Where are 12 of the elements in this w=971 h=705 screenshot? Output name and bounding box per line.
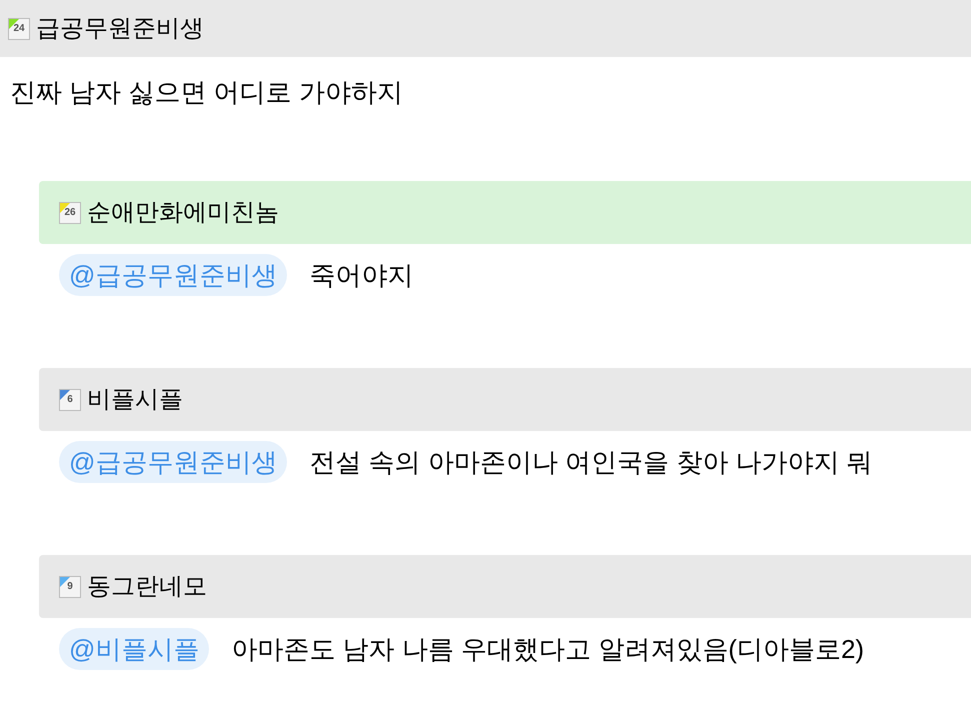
- level-number: 26: [64, 208, 76, 218]
- author-name[interactable]: 급공무원준비생: [36, 10, 204, 46]
- author-name[interactable]: 동그란네모: [87, 568, 207, 604]
- reply-text: 전설 속의 아마존이나 여인국을 찾아 나가야지 뭐: [309, 446, 873, 478]
- level-number: 9: [67, 582, 73, 592]
- author-name[interactable]: 순애만화에미친놈: [87, 194, 279, 230]
- reply-text: 죽어야지: [309, 258, 414, 292]
- post-text: 진짜 남자 싫으면 어디로 가야하지: [9, 76, 404, 109]
- author-name[interactable]: 비플시플: [87, 382, 183, 418]
- reply-text: 아마존도 남자 나름 우대했다고 알려져있음(디아블로2): [231, 632, 864, 666]
- level-number: 24: [13, 24, 25, 34]
- level-number: 6: [67, 394, 73, 404]
